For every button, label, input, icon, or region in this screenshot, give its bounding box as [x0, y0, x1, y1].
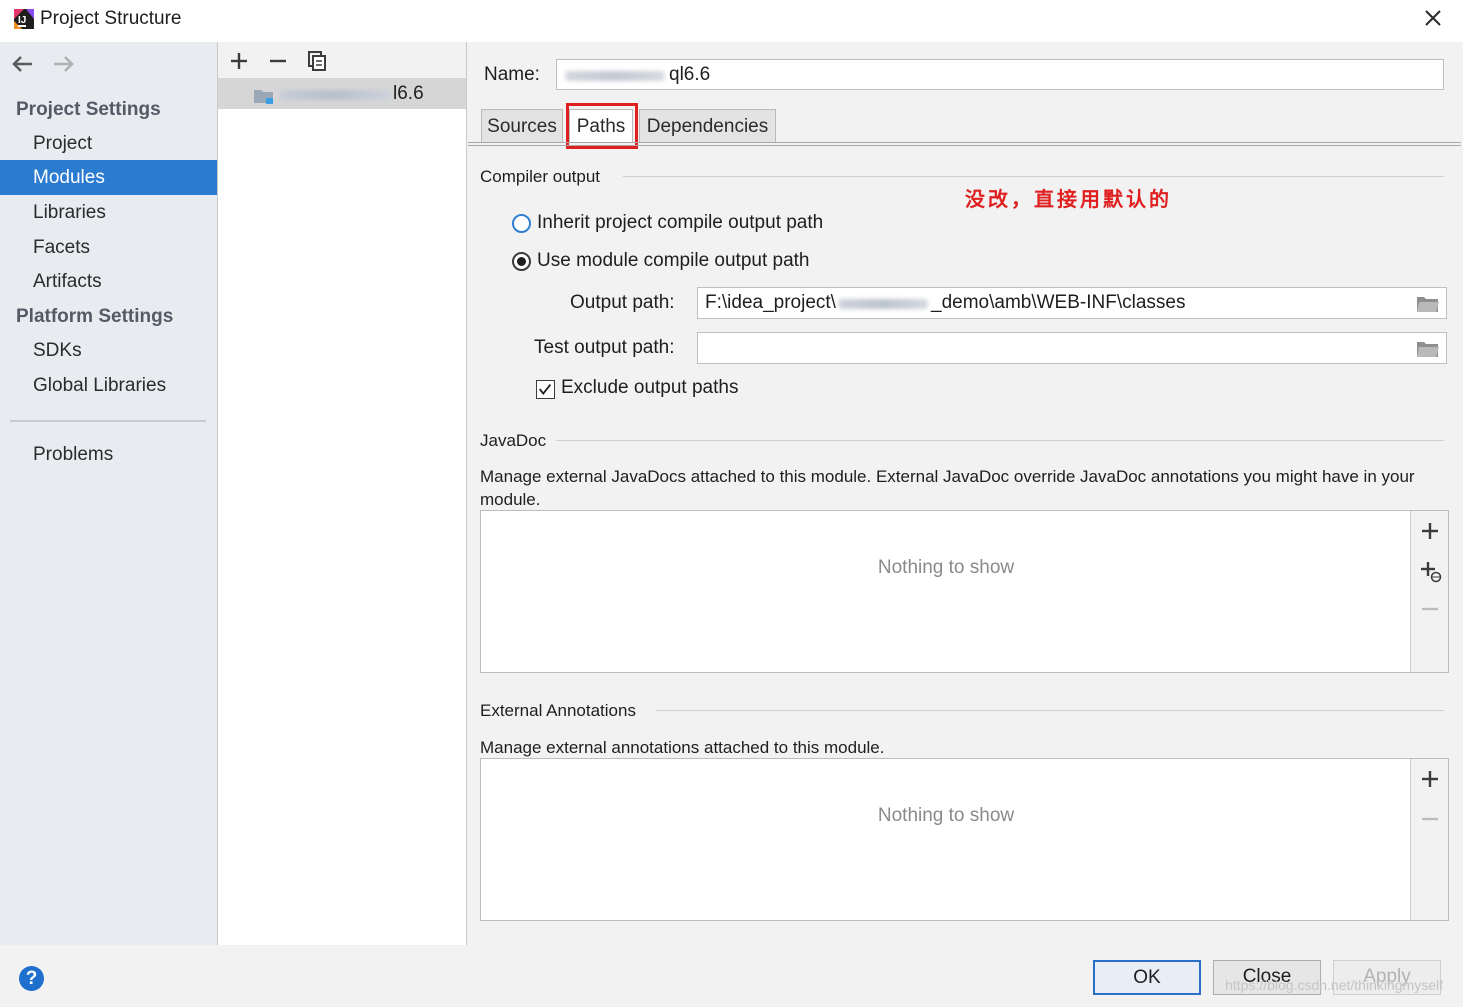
nav-item-facets[interactable]: Facets: [0, 230, 217, 265]
nav-item-libraries[interactable]: Libraries: [0, 195, 217, 230]
dialog-footer: ? OK Close Apply https://blog.csdn.net/t…: [0, 945, 1463, 1007]
name-label: Name:: [484, 64, 540, 85]
output-path-redacted: [838, 299, 928, 309]
add-icon[interactable]: [1418, 767, 1442, 791]
nav-item-problems[interactable]: Problems: [0, 437, 217, 472]
remove-icon[interactable]: [1418, 807, 1442, 831]
checkbox-checked-icon: [536, 380, 555, 399]
remove-icon[interactable]: [265, 48, 291, 74]
javadoc-empty-text: Nothing to show: [877, 557, 1015, 578]
red-annotation: 没改，直接用默认的: [965, 187, 1172, 211]
ok-button[interactable]: OK: [1093, 960, 1201, 995]
help-icon[interactable]: ?: [19, 966, 44, 991]
back-arrow-icon[interactable]: [10, 50, 38, 78]
inherit-output-label: Inherit project compile output path: [537, 212, 824, 233]
browse-folder-icon[interactable]: [1416, 339, 1440, 359]
module-folder-icon: [254, 90, 273, 104]
platform-settings-heading: Platform Settings: [16, 306, 174, 327]
compiler-output-separator: [623, 176, 1444, 177]
javadoc-table-toolbar: [1410, 511, 1448, 672]
add-icon[interactable]: [1418, 519, 1442, 543]
project-settings-heading: Project Settings: [16, 99, 161, 120]
nav-item-sdks[interactable]: SDKs: [0, 333, 217, 368]
close-window-icon[interactable]: [1421, 6, 1445, 30]
javadoc-table[interactable]: Nothing to show: [480, 510, 1449, 673]
output-path-suffix: _demo\amb\WEB-INF\classes: [931, 292, 1186, 313]
tabs-divider: [468, 142, 1461, 146]
javadoc-description: Manage external JavaDocs attached to thi…: [480, 467, 1415, 509]
title-bar: IJ Project Structure: [0, 0, 1463, 42]
module-list-panel: l6.6: [218, 42, 467, 945]
compiler-output-title: Compiler output: [480, 167, 601, 186]
module-output-label: Use module compile output path: [537, 250, 810, 271]
intellij-app-icon: IJ: [14, 9, 34, 29]
radio-selected-icon: [512, 252, 531, 271]
external-annotations-empty-text: Nothing to show: [877, 805, 1015, 826]
add-url-icon[interactable]: [1418, 559, 1442, 583]
svg-text:IJ: IJ: [18, 15, 26, 26]
nav-item-artifacts[interactable]: Artifacts: [0, 264, 217, 299]
window-title: Project Structure: [40, 8, 182, 29]
module-list-toolbar: [218, 42, 466, 78]
output-path-field[interactable]: F:\idea_project\ _demo\amb\WEB-INF\class…: [697, 287, 1447, 319]
javadoc-title: JavaDoc: [480, 431, 547, 450]
forward-arrow-icon[interactable]: [50, 50, 78, 78]
test-output-path-field[interactable]: [697, 332, 1447, 364]
external-annotations-title: External Annotations: [480, 701, 636, 720]
nav-item-global-libraries[interactable]: Global Libraries: [0, 368, 217, 403]
module-name: l6.6: [393, 83, 424, 104]
watermark: https://blog.csdn.net/thinkingmyself: [1225, 977, 1443, 993]
external-annotations-separator: [656, 710, 1444, 711]
test-output-path-label: Test output path:: [534, 337, 675, 358]
module-list-item[interactable]: l6.6: [218, 78, 466, 109]
external-annotations-description: Manage external annotations attached to …: [480, 738, 885, 757]
nav-item-project[interactable]: Project: [0, 126, 217, 161]
module-name-redacted: [280, 90, 390, 100]
module-name-field-redacted: [565, 71, 665, 81]
external-annotations-table-toolbar: [1410, 759, 1448, 920]
browse-folder-icon[interactable]: [1416, 294, 1440, 314]
copy-icon[interactable]: [304, 48, 330, 74]
module-name-field-value: ql6.6: [669, 64, 711, 85]
output-path-label: Output path:: [570, 292, 675, 313]
tab-paths[interactable]: Paths: [569, 109, 633, 142]
settings-navigation: Project Settings Project Modules Librari…: [0, 42, 218, 945]
radio-unselected-icon: [512, 214, 531, 233]
nav-item-modules[interactable]: Modules: [0, 160, 217, 195]
exclude-output-label: Exclude output paths: [561, 377, 739, 398]
add-icon[interactable]: [226, 48, 252, 74]
javadoc-separator: [556, 440, 1444, 441]
nav-separator: [10, 420, 206, 422]
external-annotations-table[interactable]: Nothing to show: [480, 758, 1449, 921]
output-path-prefix: F:\idea_project\: [705, 292, 836, 313]
tab-dependencies[interactable]: Dependencies: [639, 109, 776, 142]
module-settings-pane: Name: ql6.6 Sources Paths Dependencies C…: [468, 42, 1463, 945]
remove-icon[interactable]: [1418, 597, 1442, 621]
tab-sources[interactable]: Sources: [481, 109, 563, 142]
module-name-field[interactable]: ql6.6: [556, 59, 1444, 90]
